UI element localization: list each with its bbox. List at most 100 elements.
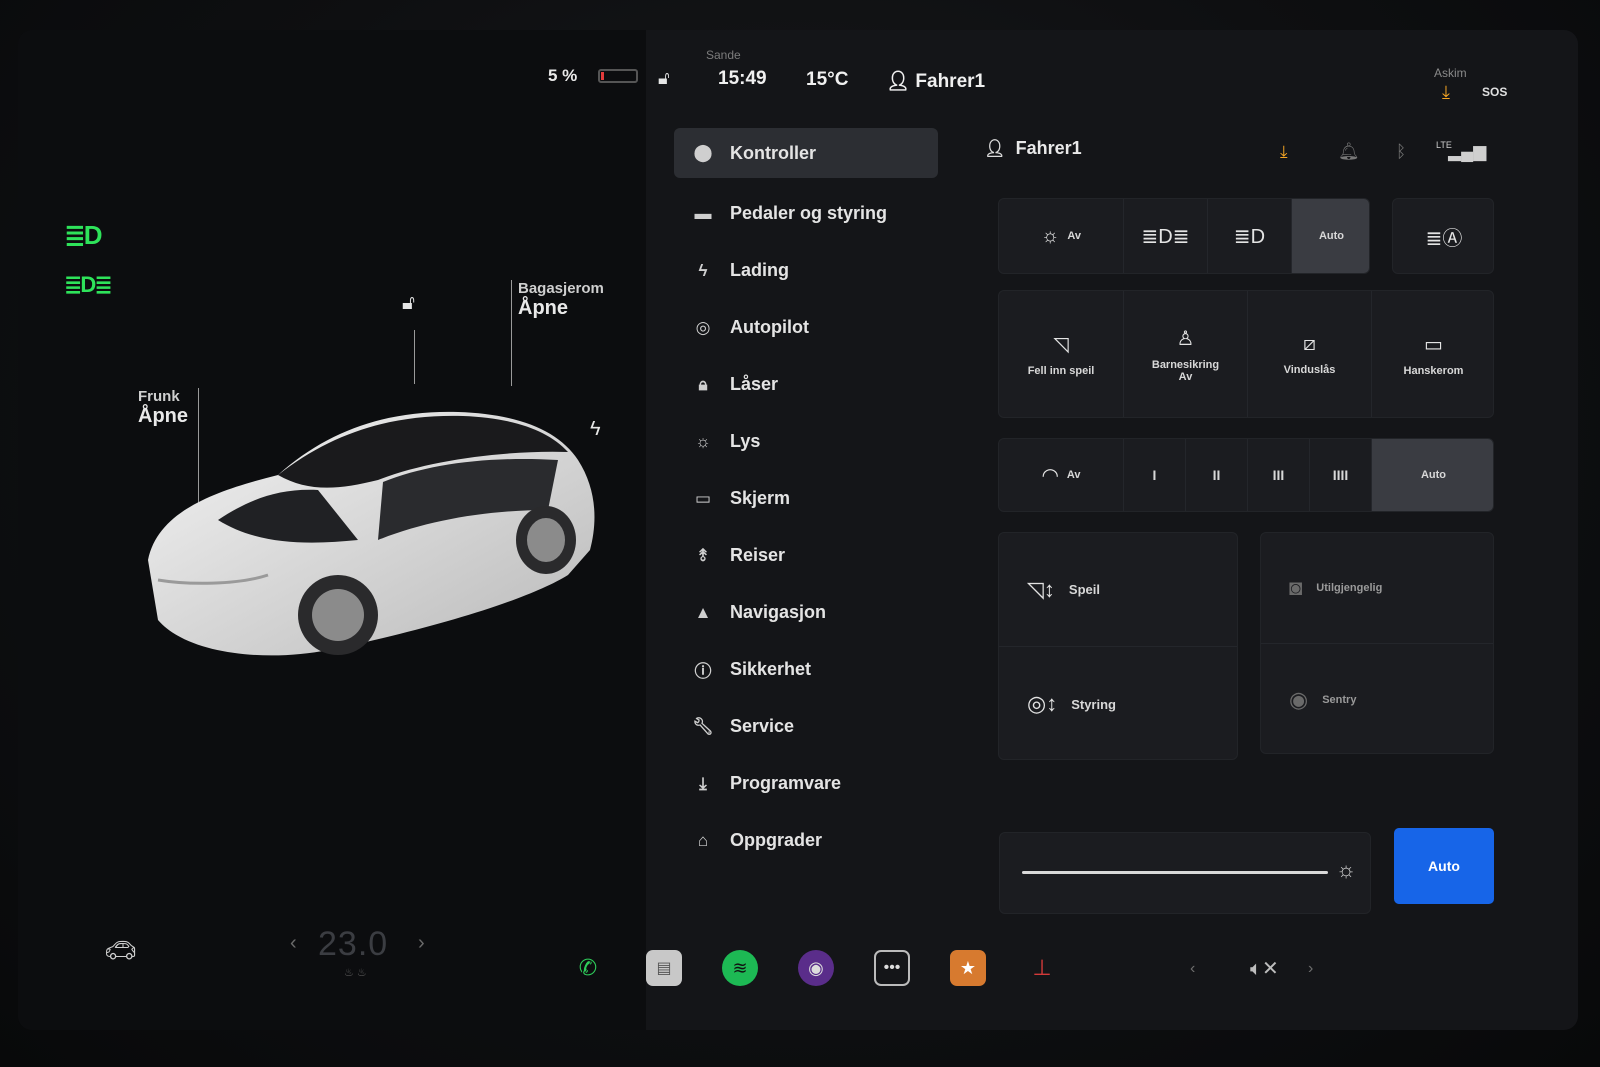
arcade-joystick-icon[interactable]: ⊥: [1024, 950, 1060, 986]
camera-group: ◙ Utilgjengelig ◉ Sentry: [1260, 532, 1494, 754]
brightness-slider[interactable]: ☼: [999, 832, 1371, 914]
spotify-icon[interactable]: ≋: [722, 950, 758, 986]
parking-lights-button[interactable]: ≣D≣: [1124, 199, 1208, 273]
unlock-icon[interactable]: 🔓︎: [658, 68, 670, 89]
dashcam-status: Utilgjengelig: [1316, 582, 1383, 594]
mirror-icon: ◹: [1053, 333, 1069, 356]
menu-item-navigasjon[interactable]: ▲ Navigasjon: [674, 584, 938, 641]
bluetooth-icon[interactable]: ᛒ: [1396, 142, 1406, 162]
lights-group: ☼ Av ≣D≣ ≣D Auto: [998, 198, 1370, 274]
fold-mirrors-button[interactable]: ◹ Fell inn speil: [999, 291, 1124, 417]
wiper-auto-label: Auto: [1420, 469, 1447, 481]
map-label-top: Sande: [706, 48, 741, 62]
sentry-button[interactable]: ◉ Sentry: [1261, 644, 1493, 753]
lock-icon: 🔒︎: [698, 374, 708, 394]
menu-item-label: Skjerm: [730, 488, 791, 508]
menu-item-kontroller[interactable]: ⬤ Kontroller: [674, 128, 938, 178]
toybox-icon[interactable]: ★: [950, 950, 986, 986]
wiper-speed-4-button[interactable]: IIII: [1310, 439, 1372, 511]
menu-item-pedaler[interactable]: ▬ Pedaler og styring: [674, 185, 938, 242]
auto-high-beam-button[interactable]: ≣Ⓐ: [1393, 199, 1493, 273]
menu-item-sikkerhet[interactable]: ⓘ Sikkerhet: [674, 641, 938, 698]
fog-light-indicator-icon: ≣D≣: [64, 272, 113, 297]
charge-port-bolt-icon[interactable]: ϟ: [590, 418, 601, 441]
child-lock-icon: ♙: [1176, 327, 1195, 350]
next-track-chevron-icon[interactable]: ›: [1308, 960, 1313, 978]
bag-icon: ⌂: [697, 830, 709, 850]
child-lock-button[interactable]: ♙ Barnesikring Av: [1124, 291, 1248, 417]
wiper-off-label: Av: [1066, 469, 1081, 481]
wiper-off-button[interactable]: ◠ Av: [999, 439, 1124, 511]
steering-adjust-button[interactable]: ◎↕ Styring: [999, 647, 1237, 759]
wiper-speed-3-button[interactable]: III: [1248, 439, 1310, 511]
menu-item-laser[interactable]: 🔒︎ Låser: [674, 356, 938, 413]
previous-track-chevron-icon[interactable]: ‹: [1190, 960, 1195, 978]
brightness-track[interactable]: [1022, 871, 1328, 874]
sos-button[interactable]: SOS: [1482, 85, 1507, 99]
dashcam-button[interactable]: ◙ Utilgjengelig: [1261, 533, 1493, 644]
menu-item-service[interactable]: 🔧︎ Service: [674, 698, 938, 755]
auto-high-beam-group: ≣Ⓐ: [1392, 198, 1494, 274]
wiper-speed-4-label: IIII: [1332, 467, 1349, 483]
temp-down-chevron-icon[interactable]: ‹: [290, 932, 297, 955]
person-icon: 👤︎: [984, 139, 1006, 158]
window-lock-button[interactable]: ⧄ Vinduslås: [1248, 291, 1372, 417]
parking-light-icon: ≣D≣: [1141, 225, 1190, 248]
brightness-auto-button[interactable]: Auto: [1394, 828, 1494, 904]
menu-item-label: Lading: [730, 260, 789, 280]
sun-icon: ☼: [1041, 224, 1060, 247]
driver-name: Fahrer1: [1015, 138, 1082, 158]
clock: 15:49: [718, 68, 767, 89]
software-update-download-icon[interactable]: ⤓: [1442, 82, 1450, 103]
car-icon: ▬: [694, 203, 712, 223]
alert-circle-icon: ⓘ: [694, 662, 712, 681]
menu-item-skjerm[interactable]: ▭ Skjerm: [674, 470, 938, 527]
menu-item-label: Kontroller: [730, 142, 817, 163]
wiper-speed-2-label: II: [1212, 467, 1221, 483]
menu-item-programvare[interactable]: ⤓ Programvare: [674, 755, 938, 812]
download-icon[interactable]: ⤓: [1280, 142, 1288, 162]
steering-adjust-icon: ◎↕: [1027, 691, 1058, 716]
wiper-speed-2-button[interactable]: II: [1186, 439, 1248, 511]
lights-auto-button[interactable]: Auto: [1292, 199, 1369, 273]
mirror-adjust-icon: ◹↕: [1027, 576, 1055, 602]
radio-icon[interactable]: ▤: [646, 950, 682, 986]
menu-item-lading[interactable]: ϟ Lading: [674, 242, 938, 299]
wiper-auto-button[interactable]: Auto: [1372, 439, 1493, 511]
profile-button[interactable]: 👤︎ Fahrer1: [886, 69, 985, 93]
camera-app-icon[interactable]: ◉: [798, 950, 834, 986]
bell-icon[interactable]: 🔔︎: [1338, 142, 1360, 162]
menu-item-label: Lys: [730, 431, 761, 451]
trunk-label[interactable]: Bagasjerom Åpne: [518, 280, 604, 320]
menu-item-reiser[interactable]: ⥉ Reiser: [674, 527, 938, 584]
glovebox-label: Hanskerom: [1403, 364, 1464, 377]
menu-item-lys[interactable]: ☼ Lys: [674, 413, 938, 470]
wiper-speed-1-button[interactable]: I: [1124, 439, 1186, 511]
lights-off-button[interactable]: ☼ Av: [999, 199, 1124, 273]
profile-name: Fahrer1: [915, 71, 986, 92]
menu-item-autopilot[interactable]: ◎ Autopilot: [674, 299, 938, 356]
door-unlock-icon[interactable]: 🔓︎: [402, 292, 415, 315]
glovebox-button[interactable]: ▭ Hanskerom: [1372, 291, 1493, 417]
temp-up-chevron-icon[interactable]: ›: [418, 932, 425, 955]
driver-profile[interactable]: 👤︎ Fahrer1: [984, 138, 1082, 159]
car-model-image: [148, 411, 595, 656]
lights-off-label: Av: [1067, 230, 1081, 242]
menu-item-label: Reiser: [730, 545, 786, 565]
wiper-icon: ◠: [1041, 464, 1059, 487]
phone-icon[interactable]: ✆: [570, 950, 606, 986]
car-icon[interactable]: 🚗︎: [104, 935, 144, 965]
lights-auto-label: Auto: [1318, 230, 1345, 242]
volume-mute-icon[interactable]: 🔈︎✕: [1250, 956, 1279, 981]
cabin-temperature[interactable]: 23.0: [318, 925, 388, 964]
menu-item-oppgrader[interactable]: ⌂ Oppgrader: [674, 812, 938, 869]
wiper-speed-1-label: I: [1152, 467, 1157, 483]
mirror-adjust-button[interactable]: ◹↕ Speil: [999, 533, 1237, 647]
more-apps-icon[interactable]: •••: [874, 950, 910, 986]
low-beam-button[interactable]: ≣D: [1208, 199, 1292, 273]
status-bar: Sande 🔓︎ 15:49 15°C 👤︎ Fahrer1 Askim ⤓ S…: [646, 30, 1578, 103]
menu-item-label: Låser: [730, 374, 779, 394]
download-icon: ⤓: [699, 773, 707, 793]
outside-temperature: 15°C: [806, 69, 849, 90]
seat-heater-icon[interactable]: ♨ ♨: [344, 966, 367, 979]
